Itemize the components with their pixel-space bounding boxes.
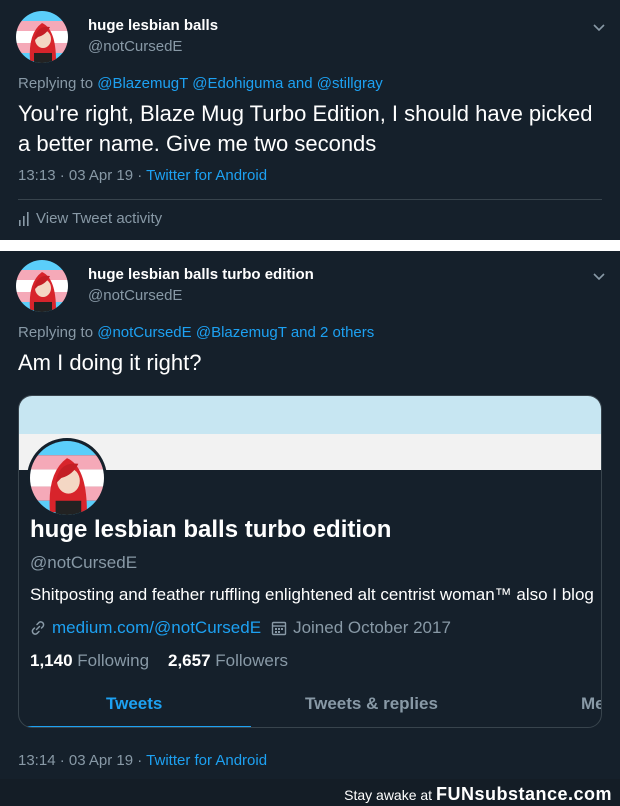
tab-media[interactable]: Me [581,694,601,714]
tweet-meta: 13:14 · 03 Apr 19 · Twitter for Android [18,752,267,769]
chevron-down-icon[interactable] [592,20,606,34]
bar-chart-icon [19,211,29,226]
tweet-timestamp: 13:14 · 03 Apr 19 · [18,752,143,769]
replying-prefix: Replying to [18,75,94,92]
avatar-image [30,441,104,515]
profile-website[interactable]: medium.com/@notCursedE [52,618,261,638]
avatar[interactable] [16,11,68,63]
avatar[interactable] [16,260,68,312]
following-count: 1,140 [30,651,73,670]
profile-card[interactable]: huge lesbian balls turbo edition @notCur… [18,395,602,728]
tweet-2: huge lesbian balls turbo edition @notCur… [0,251,620,779]
avatar-image [16,11,68,63]
replying-prefix: Replying to [18,324,94,341]
following-label: Following [77,651,150,670]
link-icon [31,621,45,635]
display-name[interactable]: huge lesbian balls turbo edition [88,266,314,283]
avatar-image [16,260,68,312]
tweet-client[interactable]: Twitter for Android [146,167,267,184]
profile-handle: @notCursedE [30,553,138,572]
tweet-meta: 13:13 · 03 Apr 19 · Twitter for Android [18,167,267,184]
profile-name: huge lesbian balls turbo edition [30,516,392,543]
watermark-prefix: Stay awake at [344,787,433,803]
profile-stats: 1,140 Following 2,657 Followers [30,651,288,671]
reply-and[interactable]: and [291,324,316,341]
separator [0,240,620,251]
reply-mention[interactable]: @notCursedE [97,324,191,341]
reply-mention[interactable]: @Edohiguma [192,75,283,92]
profile-bio: Shitposting and feather ruffling enlight… [30,585,594,604]
chevron-down-icon[interactable] [592,269,606,283]
tweet-client[interactable]: Twitter for Android [146,752,267,769]
reply-and[interactable]: and [288,75,313,92]
calendar-icon [271,621,287,636]
tweet-text: Am I doing it right? [18,350,202,375]
reply-mention[interactable]: @stillgray [317,75,383,92]
tweet-text: You're right, Blaze Mug Turbo Edition, I… [18,101,593,156]
profile-meta: medium.com/@notCursedE Joined October 20… [30,618,451,638]
view-activity-label: View Tweet activity [36,210,163,227]
view-activity-link[interactable]: View Tweet activity [18,210,162,227]
reply-mention[interactable]: @BlazemugT [97,75,188,92]
replying-to: Replying to @notCursedE @BlazemugT and 2… [18,324,374,341]
followers-label: Followers [215,651,289,670]
watermark-bar: Stay awake at FUNsubstance.com [0,779,620,806]
replying-to: Replying to @BlazemugT @Edohiguma and @s… [18,75,383,92]
followers-count: 2,657 [168,651,211,670]
tweet-timestamp: 13:13 · 03 Apr 19 · [18,167,143,184]
watermark: Stay awake at FUNsubstance.com [344,784,612,805]
display-name[interactable]: huge lesbian balls [88,17,218,34]
profile-banner [19,396,601,470]
tab-tweets[interactable]: Tweets [106,694,162,714]
tab-tweets-replies[interactable]: Tweets & replies [305,694,438,714]
followers-link[interactable]: 2,657 Followers [168,651,288,670]
user-handle[interactable]: @notCursedE [88,287,182,304]
user-handle[interactable]: @notCursedE [88,38,182,55]
reply-others[interactable]: 2 others [320,324,374,341]
profile-joined: Joined October 2017 [293,618,451,637]
tweet-1: huge lesbian balls @notCursedE Replying … [0,0,620,240]
watermark-brand: FUNsubstance.com [435,784,612,804]
active-tab-indicator [19,726,251,727]
profile-avatar[interactable] [27,438,107,518]
following-link[interactable]: 1,140 Following [30,651,154,670]
divider [18,199,602,200]
reply-mention[interactable]: @BlazemugT [196,324,287,341]
profile-tabs: Tweets Tweets & replies Me [19,686,601,727]
